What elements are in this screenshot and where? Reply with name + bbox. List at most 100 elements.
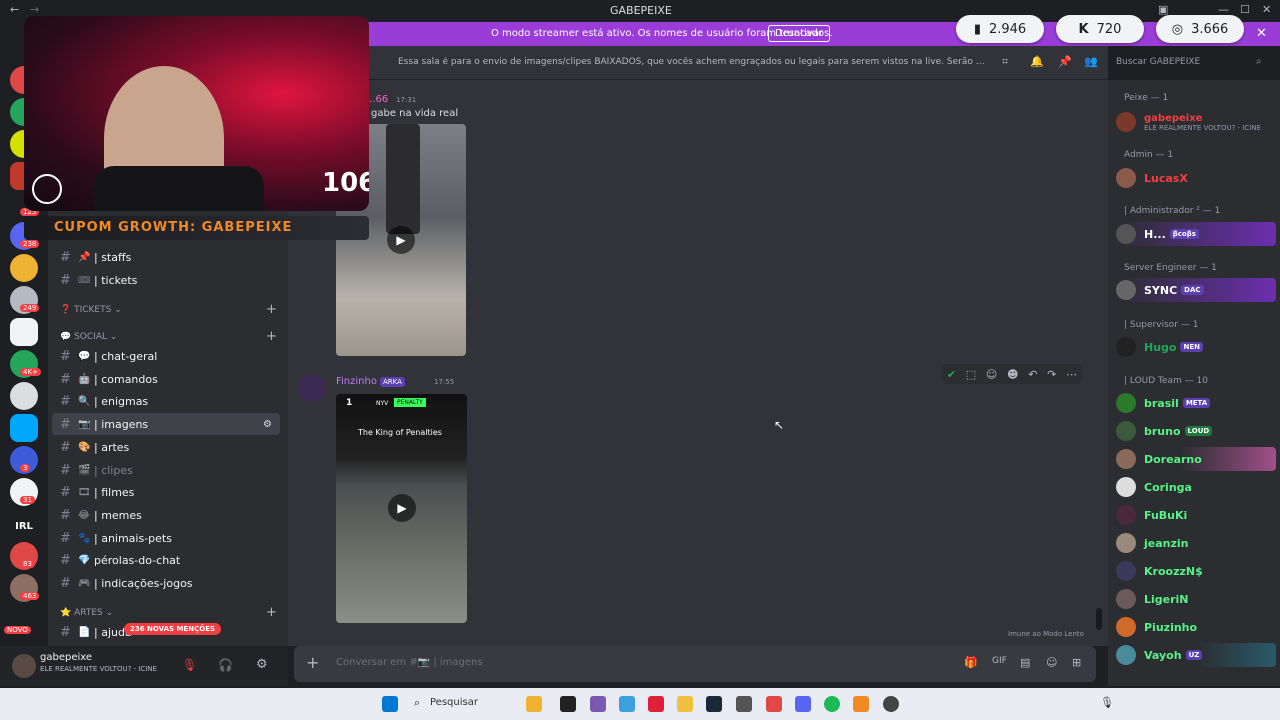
member-item[interactable]: SYNC DAC [1116,278,1276,302]
threads-icon[interactable]: ⌗ [1002,55,1008,69]
more-icon[interactable]: ⋯ [1066,368,1077,381]
members-icon[interactable]: 👥 [1084,55,1098,68]
app-icon[interactable] [853,696,869,712]
add-attachment-icon[interactable]: + [306,653,319,672]
steam-icon[interactable] [706,696,722,712]
pin-icon[interactable]: 📌 [1058,55,1072,68]
bell-icon[interactable]: 🔔 [1030,55,1044,68]
member-item[interactable]: Coringa [1116,475,1276,499]
taskbar-search[interactable]: Pesquisar [430,697,478,708]
irl-server-icon[interactable]: IRL [10,512,38,540]
headphones-icon[interactable]: 🎧 [218,658,233,672]
channel-item[interactable]: # 🎬 | clipes [52,459,280,481]
message-composer[interactable]: + Conversar em #📷 | imagens 🎁 GIF ▤ ☺ ⊞ [294,646,1096,682]
message-author[interactable]: Finzinho [336,376,377,387]
check-reaction-icon[interactable]: ✔ [947,368,956,381]
channel-item[interactable]: # 📌 | staffs [52,246,280,268]
channel-item[interactable]: # 🎞 | filmes [52,481,280,503]
apps-icon[interactable]: ⊞ [1072,656,1081,669]
video-attachment[interactable]: 1 NYV PENALTY The King of Penalties ▶ [336,394,467,623]
channel-item[interactable]: # 💎 pérolas-do-chat [52,549,280,571]
forward-icon[interactable]: ↷ [1047,368,1056,381]
channel-item[interactable]: # 😂 | memes [52,504,280,526]
channel-item[interactable]: # 🤖 | comandos [52,368,280,390]
server-badge: 463 [20,592,40,600]
category-social[interactable]: 💬 SOCIAL ⌄ [60,332,117,342]
reply-icon[interactable]: ↶ [1028,368,1037,381]
channel-item[interactable]: # 🎨 | artes [52,436,280,458]
member-item[interactable]: FuBuKi [1116,503,1276,527]
add-channel-icon[interactable]: + [266,329,277,344]
search-icon[interactable]: ⌕ [414,696,420,710]
invite-and-settings-icon[interactable]: ⚙ [263,419,272,430]
avatar [1116,224,1136,244]
member-item[interactable]: Dorearno [1116,447,1276,471]
member-item[interactable]: Piuzinho [1116,615,1276,639]
member-item[interactable]: bruno LOUD [1116,419,1276,443]
windows-start-icon[interactable] [382,696,398,712]
disable-streamer-button[interactable]: Desativar [768,25,831,42]
emoji-server-icon[interactable] [10,254,38,282]
server-icon[interactable] [10,414,38,442]
channel-topic[interactable]: Essa sala é para o envio de imagens/clip… [398,57,990,67]
discord-icon[interactable] [795,696,811,712]
play-icon[interactable]: ▶ [388,494,416,522]
gift-icon[interactable]: 🎁 [964,656,978,669]
server-badge: 31 [20,496,35,504]
maximize-icon[interactable]: ☐ [1240,3,1250,16]
member-item[interactable]: Vayoh UZ [1116,643,1276,667]
back-arrow-icon[interactable]: ← [10,3,19,16]
app-icon[interactable] [590,696,606,712]
channel-item[interactable]: # 🎮 | indicações-jogos [52,572,280,594]
app-icon[interactable] [619,696,635,712]
category-artes[interactable]: ⭐ ARTES ⌄ [60,608,113,618]
close-window-icon[interactable]: ✕ [1262,3,1271,16]
avatar[interactable] [298,374,326,402]
microphone-icon[interactable]: 🎙 [1100,696,1114,709]
mute-mic-icon[interactable]: 🎙 [182,658,197,672]
member-item[interactable]: brasil META [1116,391,1276,415]
folder-icon[interactable] [677,696,693,712]
avatar[interactable] [12,654,36,678]
member-item[interactable]: LigeriN [1116,587,1276,611]
app-icon[interactable] [560,696,576,712]
member-item[interactable]: LucasX [1116,166,1276,190]
app-icon[interactable] [736,696,752,712]
server-icon[interactable] [10,318,38,346]
play-icon[interactable]: ▶ [387,226,415,254]
member-item[interactable]: Hugo NEN [1116,335,1276,359]
channel-item[interactable]: # 🔍 | enigmas [52,390,280,412]
server-icon[interactable] [10,382,38,410]
app-icon[interactable] [766,696,782,712]
member-item[interactable]: jeanzin [1116,531,1276,555]
category-tickets[interactable]: ❓ TICKETS ⌄ [60,305,122,315]
emoji-reaction-icon[interactable]: ☺ [986,368,997,381]
add-channel-icon[interactable]: + [266,302,277,317]
channel-item[interactable]: # 💬 | chat-geral [52,345,280,367]
obs-icon[interactable] [883,696,899,712]
spotify-icon[interactable] [824,696,840,712]
emoji-icon[interactable]: ☺ [1046,656,1057,669]
channel-item-selected[interactable]: # 📷 | imagens ⚙ [52,413,280,435]
coupon-banner: CUPOM GROWTH: GABEPEIXE [24,216,369,240]
channel-item[interactable]: # 🎟 | tickets [52,269,280,291]
add-reaction-icon[interactable]: ☻ [1007,368,1018,381]
select-icon[interactable]: ⬚ [966,368,976,381]
new-mentions-badge[interactable]: 236 NOVAS MENÇÕES [124,623,222,635]
app-icon[interactable] [526,696,542,712]
scrollbar-thumb[interactable] [1096,608,1102,630]
opera-icon[interactable] [648,696,664,712]
member-item[interactable]: gabepeixe ELE REALMENTE VOLTOU? - ICINE [1116,108,1276,136]
sticker-icon[interactable]: ▤ [1020,656,1030,669]
forward-arrow-icon[interactable]: → [30,3,39,16]
channel-item[interactable]: # 🐾 | animais-pets [52,527,280,549]
member-item[interactable]: H... βcoβs [1116,222,1276,246]
settings-gear-icon[interactable]: ⚙ [256,657,268,672]
member-item[interactable]: KroozzN$ [1116,559,1276,583]
search-input[interactable]: Buscar GABEPEIXE ⌕ [1110,53,1272,73]
inbox-icon[interactable]: ▣ [1158,3,1168,16]
message-author[interactable]: ...66 [366,94,388,105]
gif-icon[interactable]: GIF [992,656,1007,666]
add-channel-icon[interactable]: + [266,605,277,620]
close-banner-icon[interactable]: ✕ [1256,26,1267,41]
